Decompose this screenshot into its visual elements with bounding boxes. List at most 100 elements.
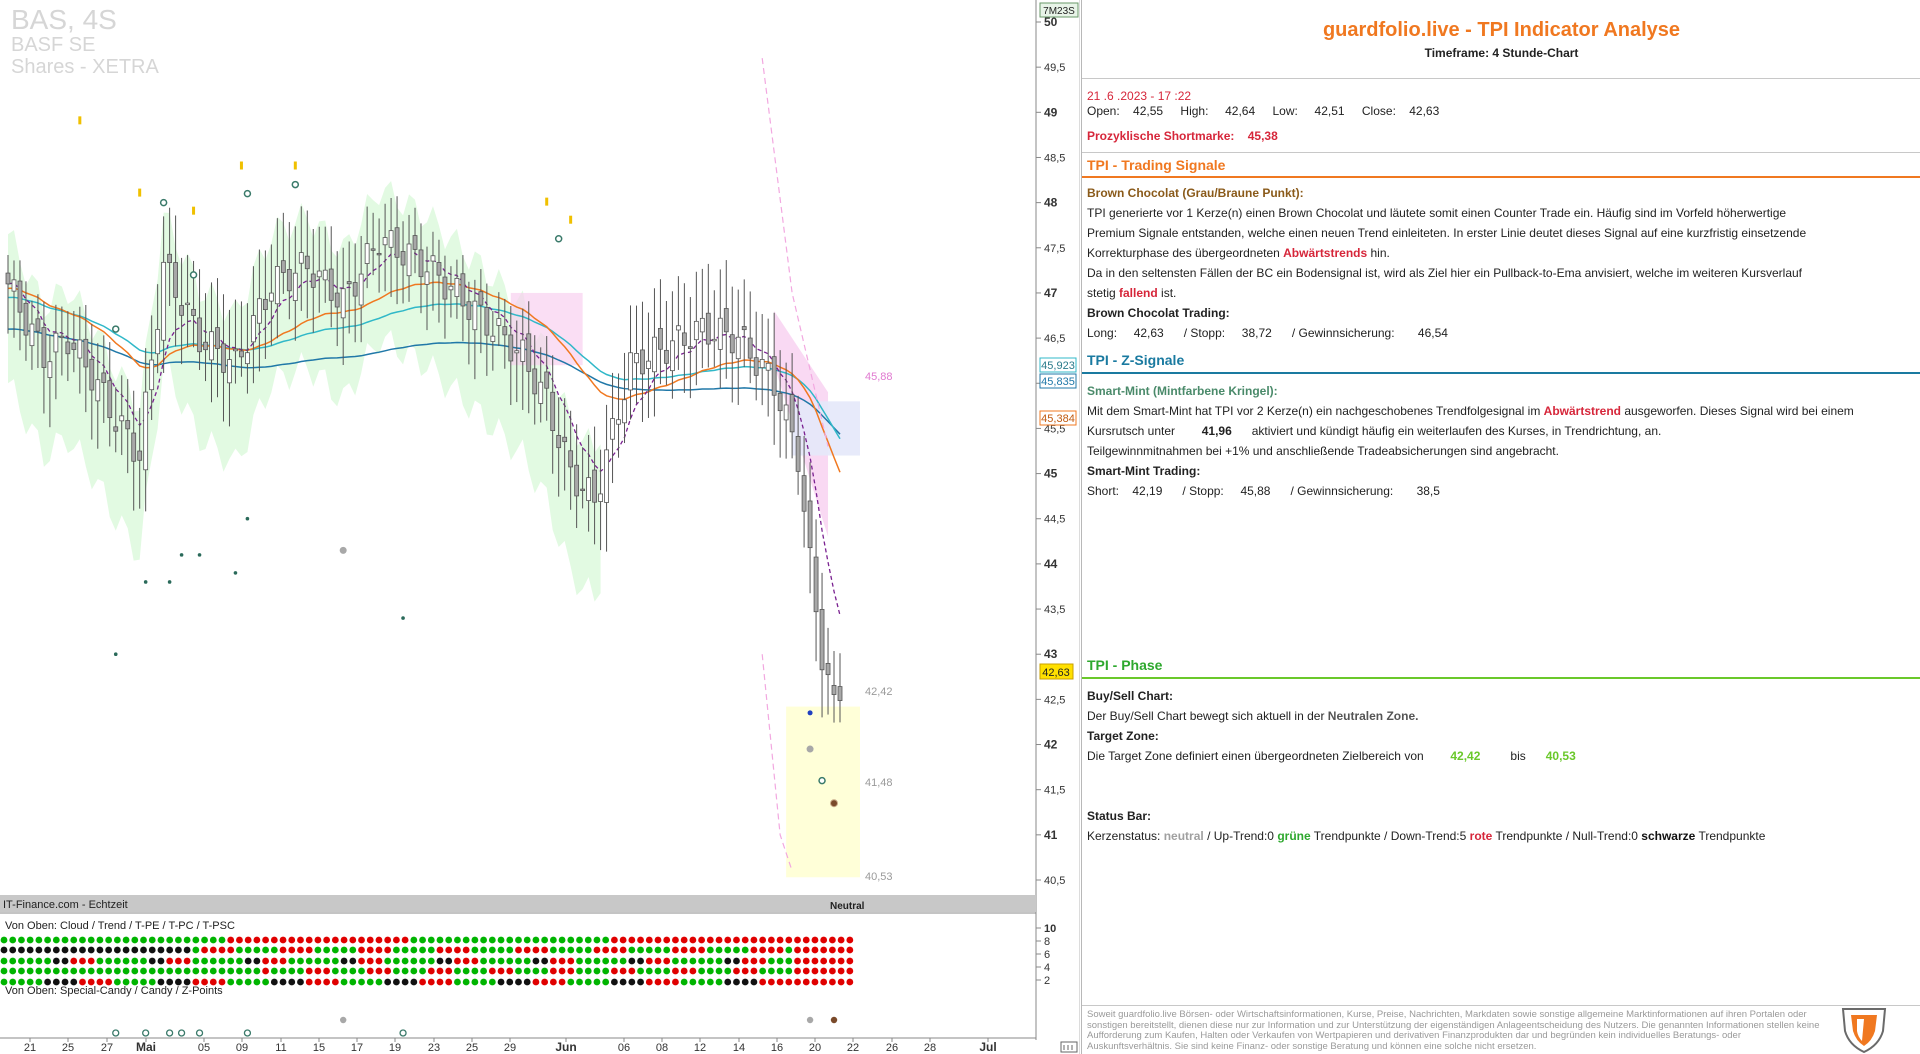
candle-body	[23, 302, 29, 336]
status-dot	[733, 936, 740, 944]
phase-bs-a: Der Buy/Sell Chart bewegt sich aktuell i…	[1087, 709, 1328, 723]
status-dot	[680, 978, 688, 986]
candle-body	[197, 317, 202, 353]
status-dot	[384, 978, 392, 986]
status-dot	[218, 936, 226, 944]
status-dot	[715, 936, 723, 944]
status-dot	[846, 946, 854, 954]
status-dot	[209, 967, 217, 975]
status-dot	[672, 957, 679, 965]
status-dot	[436, 936, 444, 944]
price-tick-label: 48,5	[1044, 152, 1065, 164]
status-dot	[454, 978, 461, 986]
status-dot	[488, 967, 496, 975]
svg-text:45,923: 45,923	[1041, 360, 1075, 372]
status-dot	[148, 936, 156, 944]
status-dot	[192, 936, 200, 944]
time-axis-label: 22	[847, 1042, 859, 1054]
candle-body	[268, 292, 274, 302]
candle-body	[664, 349, 669, 364]
status-dot	[410, 978, 418, 986]
time-axis-label: 06	[618, 1042, 630, 1054]
status-dot	[349, 978, 357, 986]
status-dot	[393, 957, 400, 965]
chart-pane[interactable]: 5049,54948,54847,54746,54645,54544,54443…	[0, 0, 1080, 1054]
price-tick-label: 41,5	[1044, 785, 1065, 797]
candle-body	[628, 352, 633, 391]
status-dot	[645, 967, 653, 975]
candle-body	[693, 320, 699, 341]
status-dot	[767, 957, 775, 965]
status-dot	[52, 967, 60, 975]
svg-text:45,384: 45,384	[1041, 413, 1075, 425]
status-dot	[279, 967, 287, 975]
candle-body	[388, 230, 394, 248]
status-dot	[253, 946, 261, 954]
trading-section-line	[1082, 176, 1920, 178]
candle-body	[604, 449, 609, 503]
price-chart[interactable]: 5049,54948,54847,54746,54645,54544,54443…	[0, 0, 1080, 1054]
status-dot	[767, 978, 775, 986]
price-tick-label: 43,5	[1044, 604, 1065, 616]
candle-body	[173, 262, 178, 298]
status-dot	[794, 978, 801, 986]
status-dot	[471, 978, 479, 986]
candle-body	[442, 276, 448, 300]
status-dot	[436, 957, 444, 965]
candle-body	[532, 368, 538, 395]
status-dot	[61, 967, 69, 975]
watermark-symbol: BAS, 4S	[11, 4, 117, 35]
candle-body	[113, 426, 119, 432]
status-dot	[445, 946, 453, 954]
candle-body	[53, 332, 59, 353]
status-dot	[794, 936, 801, 944]
candle-body	[262, 298, 268, 311]
candle-body	[11, 279, 17, 292]
status-dot	[741, 957, 749, 965]
phase-section-title: TPI - Phase	[1087, 657, 1163, 673]
status-dot	[148, 967, 156, 975]
status-dot	[663, 978, 671, 986]
candle-body	[490, 335, 496, 342]
price-scale[interactable]: 5049,54948,54847,54746,54645,54544,54443…	[1036, 15, 1065, 887]
status-dot	[270, 978, 278, 986]
shortmarke-divider	[1082, 152, 1920, 153]
price-label-ema-orange: 45,384	[1039, 410, 1077, 426]
candle-body	[71, 342, 77, 350]
candle-body	[466, 301, 472, 320]
status-dot	[663, 957, 671, 965]
status-dot	[750, 936, 758, 944]
source-label: IT-Finance.com - Echtzeit	[3, 899, 128, 911]
status-dot	[454, 967, 461, 975]
status-dot	[698, 946, 705, 954]
status-dot	[253, 967, 261, 975]
status-dot	[96, 946, 104, 954]
status-dot	[837, 946, 845, 954]
z-text-1c: ausgeworfen. Dieses Signal wird bei eine…	[1621, 404, 1854, 418]
status-dot	[436, 967, 444, 975]
smart-mint-marker	[111, 325, 120, 333]
status-dot	[480, 946, 487, 954]
status-dot	[724, 936, 732, 944]
status-dot	[366, 957, 374, 965]
candle-body	[448, 285, 454, 291]
phase-tz-bis: bis	[1510, 749, 1526, 763]
z-point-dot	[177, 1029, 186, 1037]
candle-body	[382, 237, 388, 246]
status-dot	[262, 946, 269, 954]
status-dot	[593, 978, 601, 986]
status-tick-label: 8	[1044, 936, 1050, 948]
candle-body	[83, 338, 89, 368]
time-axis-label: 29	[504, 1042, 516, 1054]
status-dot	[532, 936, 540, 944]
status-dot	[680, 936, 688, 944]
candle-body	[765, 362, 771, 371]
status-dot	[427, 978, 435, 986]
status-dot	[297, 946, 304, 954]
status-dot	[401, 946, 409, 954]
status-dot	[305, 957, 313, 965]
candle-body	[65, 341, 71, 355]
status-dot	[637, 936, 644, 944]
candle-body	[658, 327, 663, 350]
scale-toggle-icon[interactable]	[1060, 1041, 1078, 1053]
